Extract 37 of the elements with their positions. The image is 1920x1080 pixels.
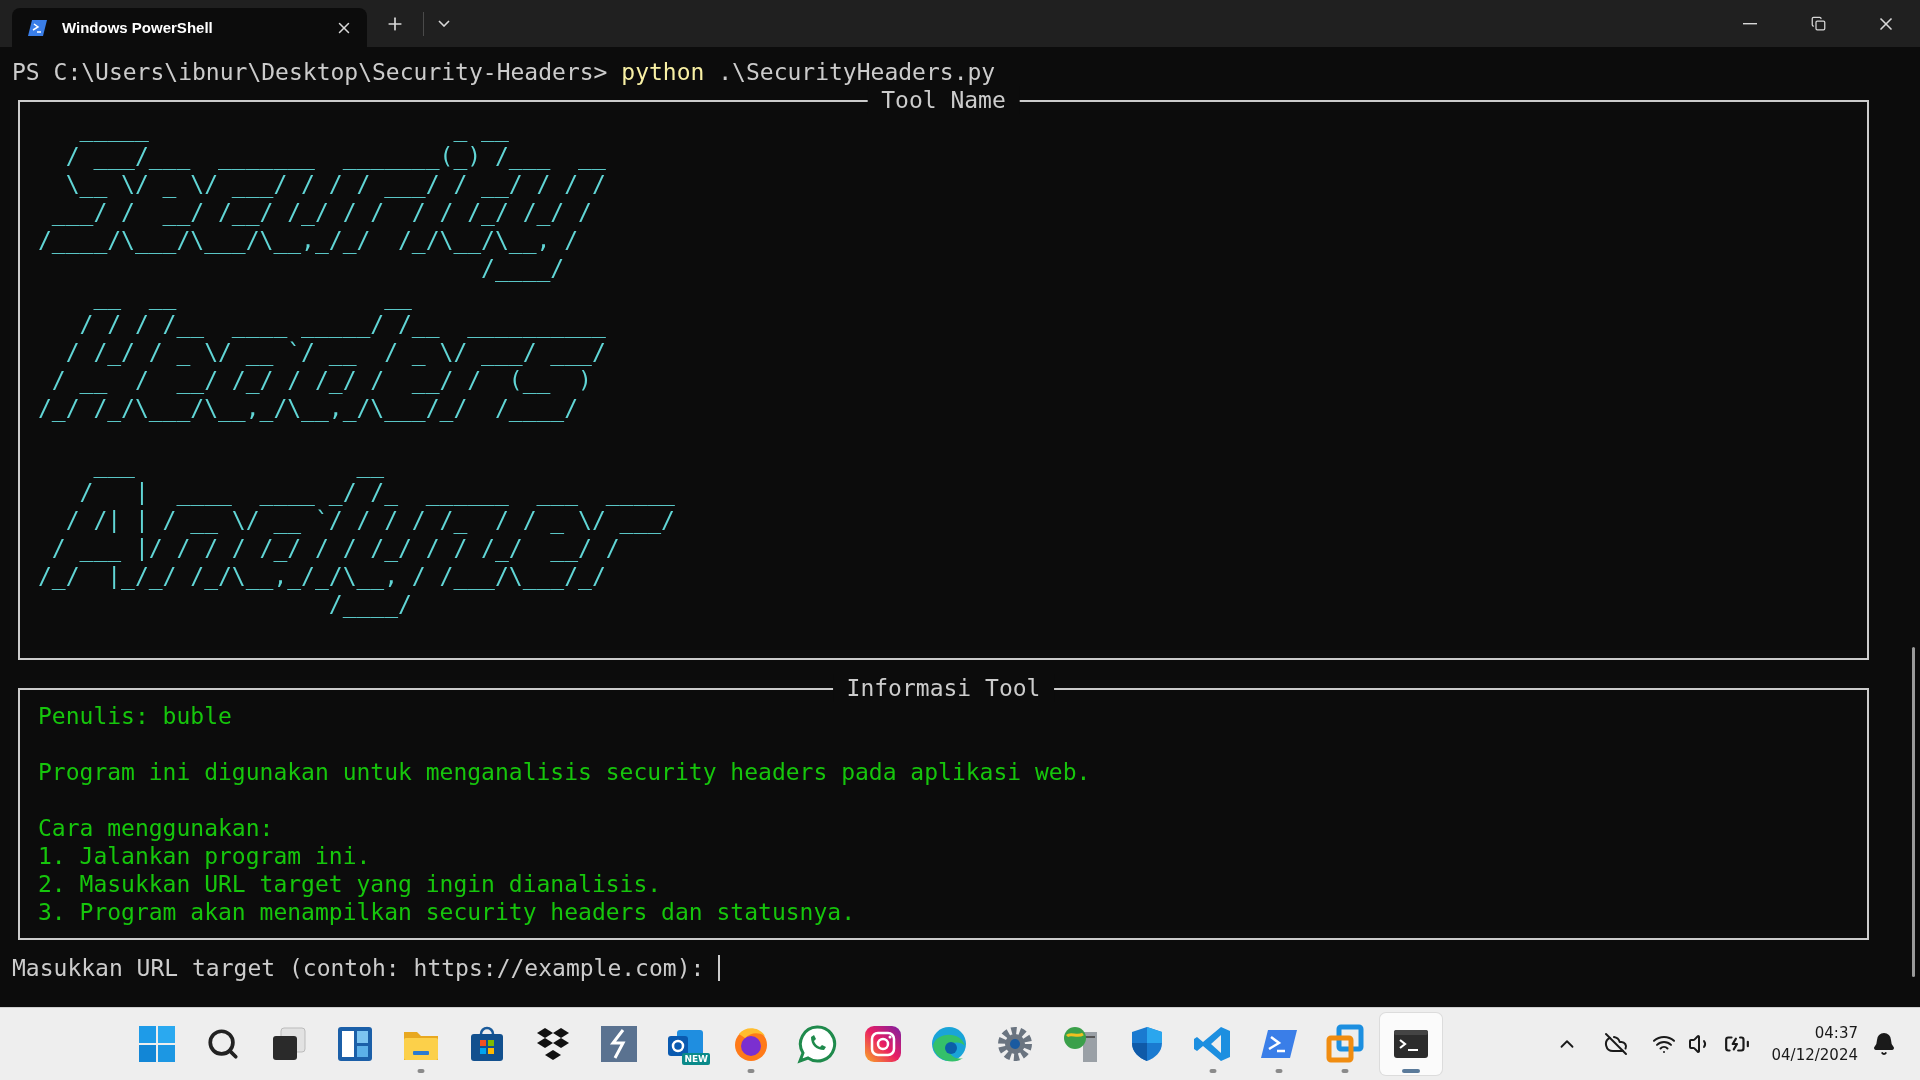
grid-icon bbox=[137, 1024, 177, 1064]
clock-time[interactable]: 04:37 bbox=[1814, 1022, 1858, 1044]
input-prompt: Masukkan URL target (contoh: https://example.com): bbox=[12, 954, 705, 982]
terminal-tab[interactable]: Windows PowerShell bbox=[12, 8, 367, 47]
prompt-icon bbox=[28, 18, 48, 37]
info-line: 3. Program akan menampilkan security headers dan statusnya. bbox=[38, 898, 856, 926]
ascii-art-text: ___ __ / | ____ ____ _/ /_ ______ ___ _____ / /| | / __ \/ __ `/ / / / /_ / / _ \/ ___/ / ___ |/ / / / /_/ / / /_/ / / /_/ __/ / /_/ |_/_/ /_/\__,_/_/\__, / /___/\___/_/ /____/ bbox=[38, 450, 676, 618]
wave-circle-icon bbox=[929, 1024, 969, 1064]
info-line: Penulis: buble bbox=[38, 702, 233, 730]
restore-icon bbox=[1810, 16, 1826, 31]
text-cursor bbox=[718, 955, 721, 981]
camera-icon bbox=[863, 1024, 903, 1064]
overlapping-squares-icon bbox=[1325, 1024, 1365, 1064]
taskbar-button[interactable] bbox=[1380, 1013, 1442, 1075]
ascii-art-text: _____ _ __ / ___/___ _______ _______(_) /___ __ \__ \/ _ \/ ___/ / / / ___/ / __/ / / / ___/ / __/ /__/ /_/ / / / / /_/ /_/ / /____/\___/\___/\__,_/_/ /_/\__/\__, / /____/ bbox=[38, 114, 607, 282]
tab-title: Windows PowerShell bbox=[62, 19, 214, 36]
info-line: Program ini digunakan untuk menganalisis security headers pada aplikasi web. bbox=[38, 758, 1092, 786]
taskbar-button[interactable]: NEW bbox=[654, 1013, 716, 1075]
gear-icon bbox=[995, 1024, 1035, 1064]
info-line: Cara menggunakan: bbox=[38, 814, 275, 842]
notification-icon[interactable] bbox=[1872, 1032, 1896, 1056]
info-line: 2. Masukkan URL target yang ingin dianalisis. bbox=[38, 870, 663, 898]
minimize-icon bbox=[1743, 22, 1757, 25]
clock-date[interactable]: 04/12/2024 bbox=[1771, 1044, 1858, 1066]
cloud-off-icon[interactable] bbox=[1603, 1032, 1628, 1056]
new-badge: NEW bbox=[682, 1053, 710, 1065]
search-icon bbox=[206, 1027, 240, 1061]
code-icon bbox=[1193, 1024, 1233, 1064]
panels-icon bbox=[335, 1024, 375, 1064]
ascii-art-text: __ __ __ / / / /__ ____ _____/ /__ __________ / /_/ / _ \/ __ `/ __ / _ \/ ___/ ___/ / __ / __/ /_/ / /_/ / __/ / (__ ) /_/ /_/\___/\__,_/\__,_/\___/_/ /____/ bbox=[38, 282, 607, 424]
argument-text: .\SecurityHeaders.py bbox=[718, 58, 996, 86]
prompt-text: PS C:\Users\ibnur\Desktop\Security-Headers> bbox=[12, 58, 608, 86]
command-text: python bbox=[621, 58, 705, 86]
phone-bubble-icon bbox=[797, 1024, 837, 1064]
info-line: 1. Jalankan program ini. bbox=[38, 842, 372, 870]
chevron-down-icon bbox=[438, 20, 450, 27]
scrollbar-thumb[interactable] bbox=[1912, 647, 1915, 977]
